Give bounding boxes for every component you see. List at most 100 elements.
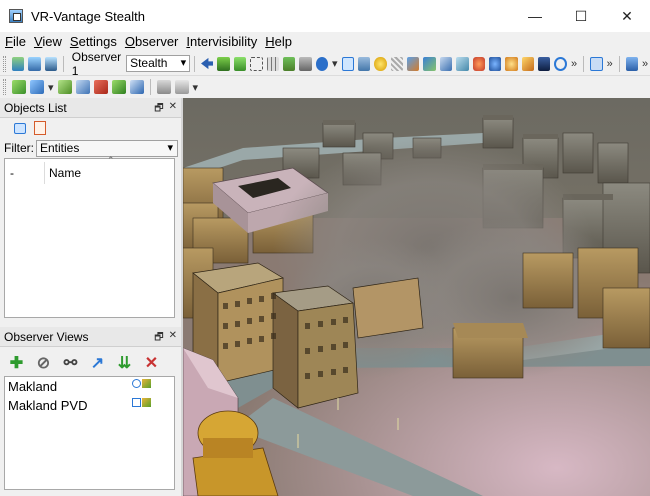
toolbar-separator — [618, 55, 620, 72]
objects-tabs — [0, 118, 181, 138]
toolbar-grip[interactable] — [3, 79, 6, 95]
dropdown-chevron-icon[interactable]: ▾ — [48, 81, 54, 94]
night-vision-icon[interactable] — [537, 56, 551, 71]
app-icon — [9, 9, 23, 23]
menu-file[interactable]: File — [0, 32, 29, 52]
globe-icon — [132, 379, 141, 388]
update-view-icon[interactable]: ⇊ — [116, 355, 133, 372]
close-button[interactable]: ✕ — [604, 0, 650, 32]
scene-viewport[interactable] — [183, 98, 650, 496]
tether-icon[interactable] — [233, 56, 247, 71]
filter-select[interactable]: Entities — [36, 139, 178, 157]
float-panel-icon[interactable]: 🗗 — [154, 101, 163, 118]
search-icon[interactable] — [521, 56, 534, 71]
observer-views-header: Observer Views 🗗 ✕ — [0, 327, 181, 347]
target-icon[interactable] — [472, 56, 485, 71]
menu-view[interactable]: View — [29, 32, 65, 52]
arrow-left-icon[interactable] — [201, 57, 214, 70]
grid-icon[interactable] — [266, 56, 279, 71]
create-entity-icon[interactable] — [12, 80, 26, 94]
properties-icon[interactable] — [129, 80, 144, 94]
pencil-icon[interactable] — [111, 80, 126, 94]
sort-arrow-icon: ⌃ — [107, 155, 115, 165]
window-icon — [132, 398, 141, 407]
observer-label: Observer 1 — [71, 49, 122, 78]
toolbar-separator — [583, 55, 585, 72]
terrain-icon[interactable] — [282, 56, 296, 71]
observer-views-title: Observer Views — [4, 329, 89, 344]
link-view-icon[interactable]: ⊘ — [35, 355, 52, 372]
observer-views-toolbar: ✚ ⊘ ⚯ ↗ ⇊ ✕ — [0, 350, 181, 376]
fly-mode-icon[interactable] — [315, 56, 328, 71]
list-item[interactable]: Makland PVD — [5, 396, 174, 415]
maximize-button[interactable]: ☐ — [558, 0, 604, 32]
place-icon[interactable] — [57, 80, 72, 94]
float-panel-icon[interactable]: 🗗 — [154, 330, 163, 347]
table-header: ⌃ - Name — [5, 155, 174, 187]
move-icon[interactable] — [250, 56, 263, 71]
main-toolbar: Observer 1 Stealth ▾ » » » — [0, 49, 650, 78]
dropdown-chevron-icon[interactable]: ▾ — [193, 81, 199, 94]
overflow-chevron-icon[interactable]: » — [642, 58, 648, 70]
column-header-status[interactable]: - — [5, 162, 45, 184]
menu-help[interactable]: Help — [260, 32, 295, 52]
toolbar-separator — [62, 55, 64, 72]
filter-label: Filter: — [4, 141, 34, 155]
entity-icon — [142, 379, 151, 388]
light-bulb-icon[interactable] — [374, 56, 387, 71]
delete-view-icon[interactable]: ✕ — [143, 355, 160, 372]
overflow-chevron-icon[interactable]: » — [607, 58, 613, 70]
objects-list-title: Objects List — [4, 100, 67, 115]
align-icon[interactable] — [174, 80, 189, 94]
weather-icon[interactable] — [456, 56, 469, 71]
minimize-button[interactable]: — — [512, 0, 558, 32]
tab-documents-icon[interactable] — [34, 121, 46, 135]
view-name: Makland PVD — [8, 398, 88, 413]
close-panel-icon[interactable]: ✕ — [169, 101, 177, 118]
person-icon[interactable] — [488, 56, 502, 71]
delete-entity-icon[interactable] — [93, 80, 108, 94]
column-header-name[interactable]: Name — [45, 162, 81, 184]
attach-observer-icon[interactable] — [217, 56, 230, 71]
entity-icon[interactable] — [299, 56, 312, 71]
window-title: VR-Vantage Stealth — [31, 8, 145, 24]
toolbar-separator — [149, 79, 151, 95]
minimize-icon: — — [528, 8, 542, 24]
add-view-icon[interactable]: ✚ — [8, 355, 25, 372]
save-view-icon[interactable] — [44, 56, 57, 71]
export-icon[interactable] — [625, 56, 638, 71]
elevation-icon[interactable] — [358, 56, 371, 71]
sensor-icon[interactable] — [423, 56, 436, 71]
overflow-chevron-icon[interactable]: » — [571, 58, 577, 70]
sun-icon[interactable] — [505, 56, 518, 71]
menu-observer[interactable]: Observer — [120, 32, 181, 52]
record-icon[interactable] — [554, 56, 568, 71]
tab-entities-icon[interactable] — [14, 122, 26, 134]
title-bar: VR-Vantage Stealth — ☐ ✕ — [0, 0, 650, 32]
back-icon[interactable] — [590, 56, 603, 71]
secondary-toolbar: ▾ ▾ — [0, 76, 650, 98]
terrain-view-icon[interactable] — [11, 56, 25, 71]
objects-table[interactable]: ⌃ - Name — [4, 155, 175, 318]
view-name: Makland — [8, 379, 58, 394]
close-icon: ✕ — [621, 7, 633, 24]
create-group-icon[interactable] — [30, 80, 44, 94]
dropdown-chevron-icon[interactable]: ▾ — [332, 57, 338, 70]
measure-icon[interactable] — [407, 56, 420, 71]
close-panel-icon[interactable]: ✕ — [169, 330, 177, 347]
unlink-view-icon[interactable]: ⚯ — [62, 355, 79, 372]
list-item[interactable]: Makland — [5, 377, 174, 396]
open-database-icon[interactable] — [28, 56, 41, 71]
objects-list-header: Objects List 🗗 ✕ — [0, 98, 181, 118]
link-icon[interactable] — [156, 80, 171, 94]
go-to-view-icon[interactable]: ↗ — [89, 355, 106, 372]
toolbar-grip[interactable] — [3, 55, 6, 72]
observer-views-list: Makland Makland PVD — [4, 376, 175, 490]
texture-icon[interactable] — [390, 56, 404, 71]
menu-intervisibility[interactable]: Intervisibility — [181, 32, 260, 52]
fog-icon[interactable] — [439, 56, 453, 71]
observer-mode-select[interactable]: Stealth — [126, 55, 191, 72]
edit-entity-icon[interactable] — [75, 80, 90, 94]
scene-render — [183, 98, 650, 496]
select-area-icon[interactable] — [341, 56, 355, 71]
